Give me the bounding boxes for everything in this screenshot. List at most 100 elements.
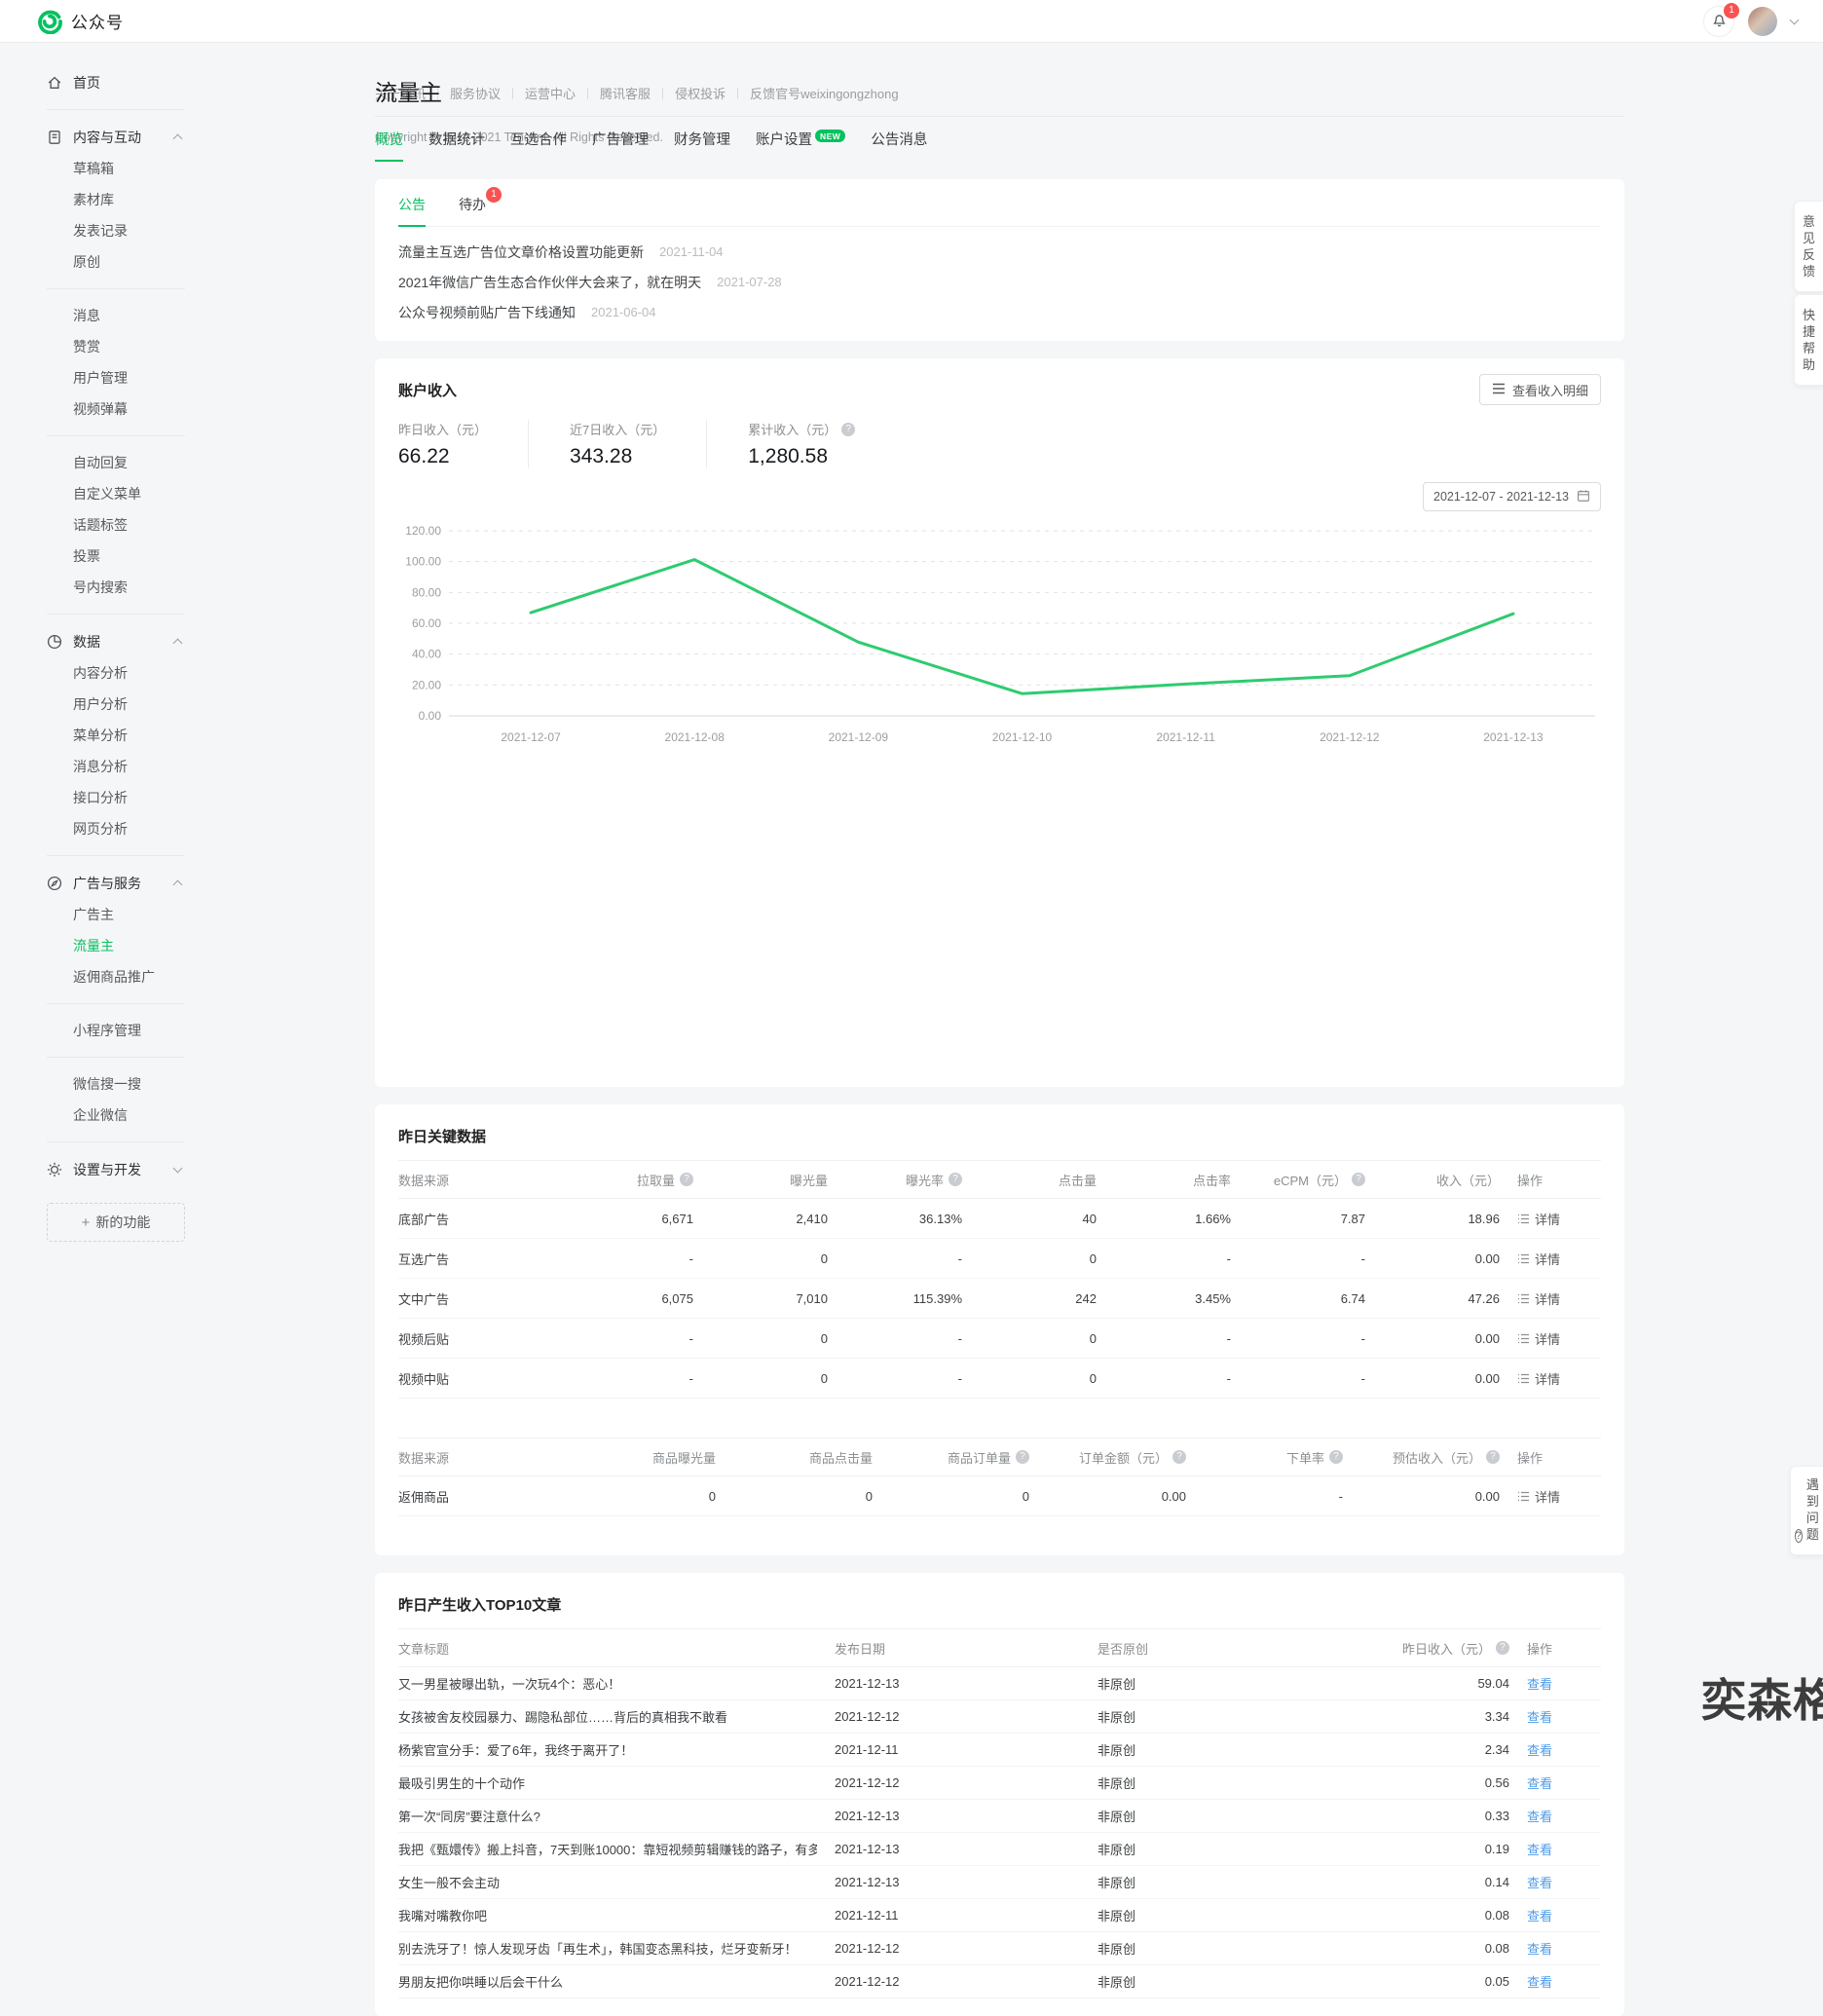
announcement-link[interactable]: 公众号视频前贴广告下线通知 [398, 303, 576, 322]
table-row: 返佣商品 0 0 0 0.00 - 0.00 详情 [398, 1476, 1601, 1516]
view-income-detail-button[interactable]: 查看收入明细 [1479, 374, 1601, 405]
sidebar-group-data[interactable]: 数据 [47, 625, 185, 657]
detail-link[interactable]: 详情 [1517, 1476, 1601, 1515]
brand[interactable]: 公众号 [37, 9, 124, 34]
table-row: 又一男星被曝出轨，一次玩4个：恶心！ 2021-12-13 非原创 59.04 … [398, 1667, 1601, 1700]
stat-total-income: 累计收入（元） 1,280.58 [748, 420, 896, 468]
announcement-link[interactable]: 流量主互选广告位文章价格设置功能更新 [398, 243, 644, 262]
view-article-link[interactable]: 查看 [1527, 1932, 1601, 1964]
divider [47, 435, 185, 436]
view-article-link[interactable]: 查看 [1527, 1965, 1601, 1997]
sidebar-item-api-analysis[interactable]: 接口分析 [47, 782, 185, 813]
help-icon[interactable] [841, 423, 855, 436]
tab-data-statistics[interactable]: 数据统计 [428, 129, 485, 162]
view-article-link[interactable]: 查看 [1527, 1767, 1601, 1799]
page-title: 流量主 [375, 74, 1624, 107]
sidebar-item-menu-analysis[interactable]: 菜单分析 [47, 720, 185, 751]
help-icon[interactable] [1016, 1450, 1029, 1464]
tab-notice[interactable]: 公告 [398, 195, 426, 227]
help-icon[interactable] [1496, 1641, 1509, 1655]
tab-mutual-selection[interactable]: 互选合作 [510, 129, 567, 162]
sidebar-item-user-management[interactable]: 用户管理 [47, 362, 185, 393]
detail-link[interactable]: 详情 [1517, 1279, 1601, 1318]
view-article-link[interactable]: 查看 [1527, 1866, 1601, 1898]
sidebar-item-wechat-search[interactable]: 微信搜一搜 [47, 1068, 185, 1100]
help-icon[interactable] [680, 1173, 693, 1186]
chevron-down-icon[interactable] [1790, 15, 1800, 24]
sidebar-item-reward[interactable]: 赞赏 [47, 331, 185, 362]
table-row: 女生一般不会主动 2021-12-13 非原创 0.14 查看 [398, 1866, 1601, 1899]
quick-help-tab[interactable]: 快捷帮助 [1794, 294, 1823, 386]
divider [47, 1141, 185, 1142]
view-article-link[interactable]: 查看 [1527, 1667, 1601, 1699]
sidebar-item-original[interactable]: 原创 [47, 246, 185, 278]
table-row: 我把《甄嬛传》搬上抖音，7天到账10000：靠短视频剪辑赚钱的路子，有多野？ 2… [398, 1833, 1601, 1866]
sidebar-item-message[interactable]: 消息 [47, 300, 185, 331]
detail-link[interactable]: 详情 [1517, 1199, 1601, 1238]
chevron-up-icon[interactable] [173, 880, 183, 890]
sidebar-item-web-analysis[interactable]: 网页分析 [47, 813, 185, 844]
help-icon[interactable] [1329, 1450, 1343, 1464]
sidebar-item-home[interactable]: 首页 [47, 66, 185, 98]
sidebar-item-publish-record[interactable]: 发表记录 [47, 215, 185, 246]
table-row: 第一次“同房”要注意什么? 2021-12-13 非原创 0.33 查看 [398, 1800, 1601, 1833]
brand-name: 公众号 [71, 9, 124, 33]
view-article-link[interactable]: 查看 [1527, 1700, 1601, 1733]
notification-bell-button[interactable]: 1 [1703, 6, 1734, 37]
tab-account-settings[interactable]: 账户设置NEW [756, 129, 845, 162]
sidebar-item-wecom[interactable]: 企业微信 [47, 1100, 185, 1131]
sidebar-item-message-analysis[interactable]: 消息分析 [47, 751, 185, 782]
chevron-up-icon[interactable] [173, 134, 183, 144]
view-article-link[interactable]: 查看 [1527, 1899, 1601, 1931]
sidebar-item-miniprogram-management[interactable]: 小程序管理 [47, 1015, 185, 1046]
view-article-link[interactable]: 查看 [1527, 1800, 1601, 1832]
problem-help-button[interactable]: 遇到问题 [1790, 1466, 1823, 1555]
help-icon[interactable] [1352, 1173, 1365, 1186]
new-feature-button[interactable]: 新的功能 [47, 1203, 185, 1242]
view-article-link[interactable]: 查看 [1527, 1833, 1601, 1865]
feedback-tab[interactable]: 意见反馈 [1794, 201, 1823, 292]
view-article-link[interactable]: 查看 [1527, 1734, 1601, 1766]
announcement-link[interactable]: 2021年微信广告生态合作伙伴大会来了，就在明天 [398, 273, 701, 292]
table-row: 视频中贴 - 0 - 0 - - 0.00 详情 [398, 1359, 1601, 1399]
chevron-down-icon[interactable] [173, 1163, 183, 1173]
table-row: 杨紫官宣分手：爱了6年，我终于离开了！ 2021-12-11 非原创 2.34 … [398, 1734, 1601, 1767]
tab-overview[interactable]: 概览 [375, 129, 403, 162]
sidebar-group-ads-services[interactable]: 广告与服务 [47, 867, 185, 899]
sidebar-item-custom-menu[interactable]: 自定义菜单 [47, 478, 185, 509]
sidebar-item-video-danmu[interactable]: 视频弹幕 [47, 393, 185, 425]
sidebar-item-draftbox[interactable]: 草稿箱 [47, 153, 185, 184]
sidebar-item-account-search[interactable]: 号内搜索 [47, 572, 185, 603]
avatar[interactable] [1748, 7, 1777, 36]
gear-icon [47, 1162, 62, 1177]
tab-finance-management[interactable]: 财务管理 [674, 129, 730, 162]
table-row: 视频后贴 - 0 - 0 - - 0.00 详情 [398, 1319, 1601, 1359]
help-icon[interactable] [1486, 1450, 1500, 1464]
sidebar-item-vote[interactable]: 投票 [47, 541, 185, 572]
table-row: 我嘴对嘴教你吧 2021-12-11 非原创 0.08 查看 [398, 1899, 1601, 1932]
tab-ad-management[interactable]: 广告管理 [592, 129, 649, 162]
sidebar-item-topic-tag[interactable]: 话题标签 [47, 509, 185, 541]
tab-todo[interactable]: 待办1 [459, 195, 486, 226]
top-bar: 公众号 1 [0, 0, 1823, 43]
sidebar-item-material-library[interactable]: 素材库 [47, 184, 185, 215]
detail-link[interactable]: 详情 [1517, 1359, 1601, 1398]
sidebar-item-user-analysis[interactable]: 用户分析 [47, 689, 185, 720]
chevron-up-icon[interactable] [173, 639, 183, 649]
account-income-card: 账户收入 查看收入明细 昨日收入（元） 66.22 近7日收入（元） 343.2… [375, 358, 1624, 1087]
sidebar-item-traffic-master[interactable]: 流量主 [47, 930, 185, 961]
sidebar-item-content-analysis[interactable]: 内容分析 [47, 657, 185, 689]
detail-link[interactable]: 详情 [1517, 1319, 1601, 1358]
svg-text:2021-12-12: 2021-12-12 [1320, 730, 1380, 744]
tab-announcement[interactable]: 公告消息 [871, 129, 927, 162]
sidebar-group-content-interaction[interactable]: 内容与互动 [47, 121, 185, 153]
detail-link[interactable]: 详情 [1517, 1239, 1601, 1278]
sidebar-item-advertiser[interactable]: 广告主 [47, 899, 185, 930]
sidebar-item-rebate-goods[interactable]: 返佣商品推广 [47, 961, 185, 992]
sidebar-item-auto-reply[interactable]: 自动回复 [47, 447, 185, 478]
help-icon[interactable] [1172, 1450, 1186, 1464]
sidebar-group-settings-dev[interactable]: 设置与开发 [47, 1153, 185, 1185]
card-title: 昨日产生收入TOP10文章 [398, 1594, 1601, 1615]
help-icon[interactable] [949, 1173, 962, 1186]
date-range-picker[interactable]: 2021-12-07 - 2021-12-13 [1423, 482, 1601, 511]
